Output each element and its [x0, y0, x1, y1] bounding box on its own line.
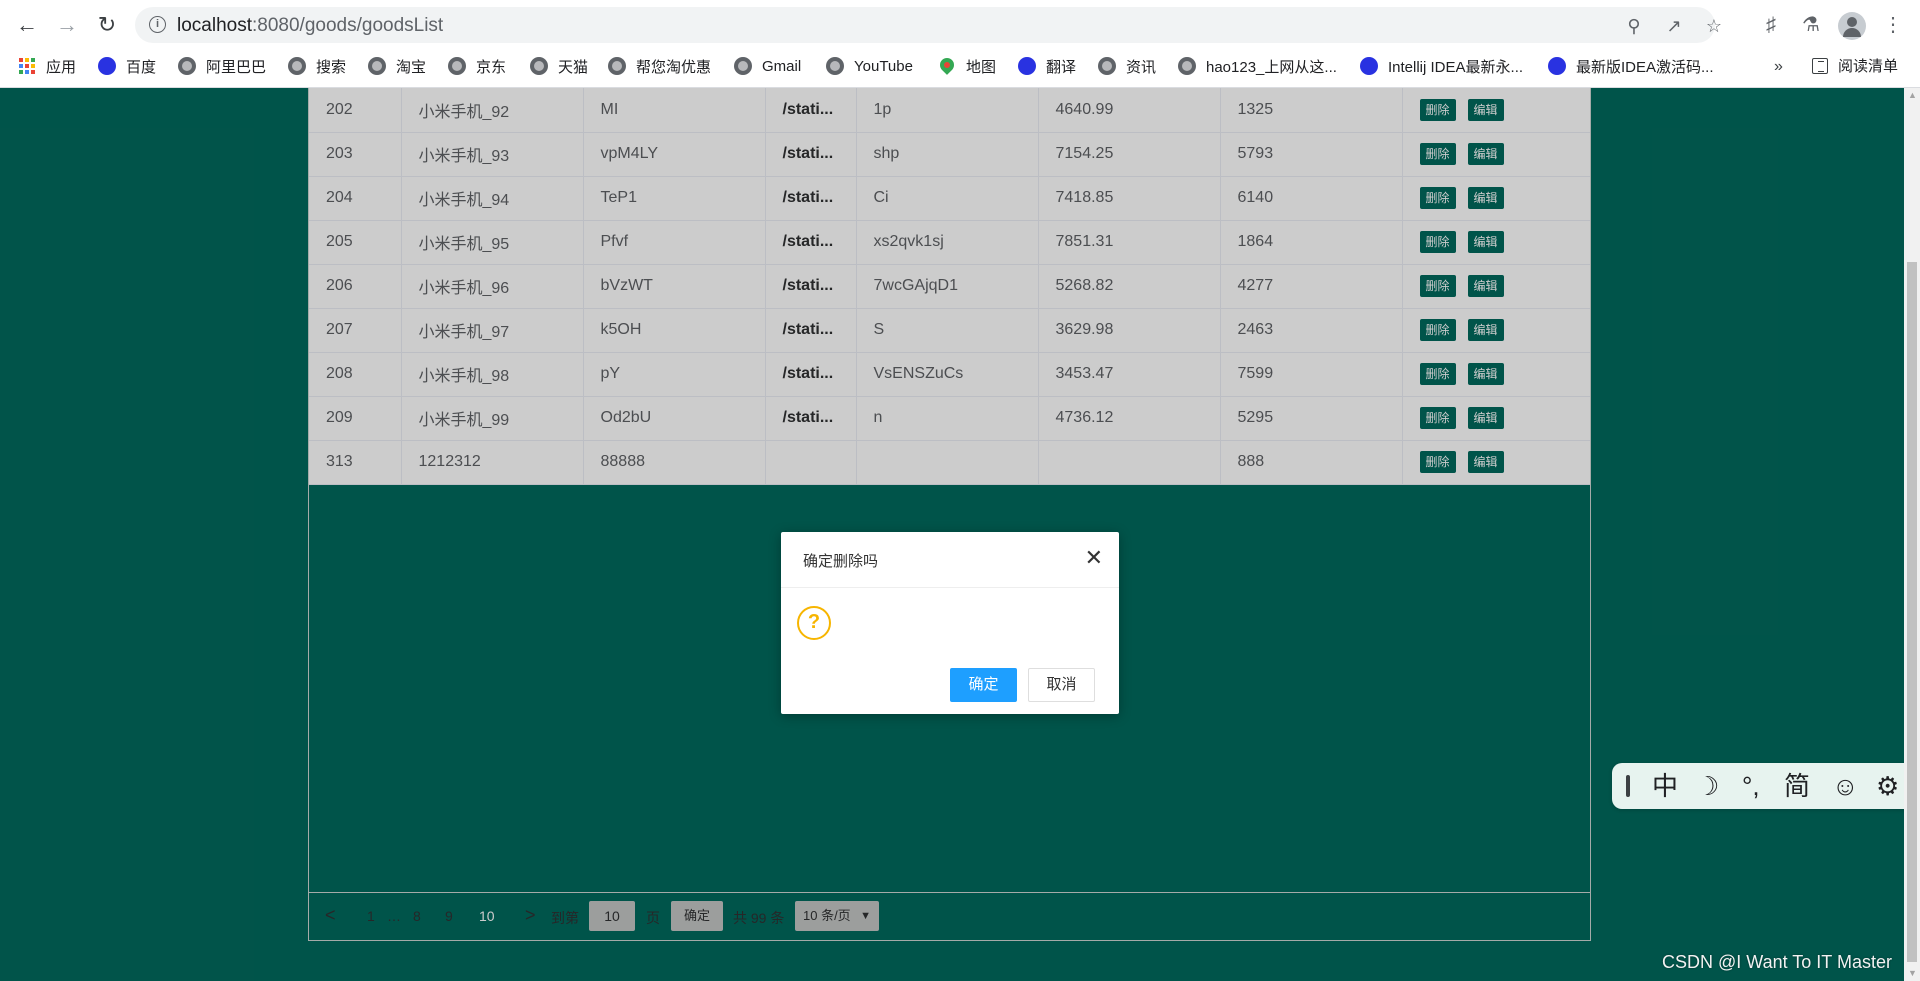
address-bar[interactable]: i localhost:8080/goods/goodsList ⚲ ↗ ☆ — [135, 7, 1722, 43]
ime-simplified-mode[interactable]: 简 — [1784, 771, 1810, 801]
bookmark-item[interactable]: 京东 — [448, 55, 506, 77]
bookmarks-more-button[interactable]: » — [1774, 58, 1783, 76]
bookmark-item[interactable]: 搜索 — [288, 55, 346, 77]
moon-icon[interactable]: ☽ — [1696, 771, 1719, 801]
bookmark-item[interactable]: 百度 — [98, 55, 156, 77]
bookmark-item[interactable]: 资讯 — [1098, 55, 1156, 77]
ime-chinese-mode[interactable]: 中 — [1652, 771, 1678, 801]
page-scrollbar[interactable]: ▲ ▼ — [1904, 88, 1920, 981]
info-icon[interactable]: i — [149, 16, 166, 33]
close-icon[interactable]: ✕ — [1085, 546, 1103, 570]
cancel-button[interactable]: 取消 — [1028, 668, 1095, 702]
zoom-icon[interactable]: ⚲ — [1623, 15, 1645, 37]
bookmark-label: 百度 — [126, 58, 157, 76]
globe-icon — [530, 57, 548, 75]
bookmark-item[interactable]: Gmail — [734, 55, 801, 77]
scroll-down-icon[interactable]: ▼ — [1908, 968, 1917, 978]
ime-toolbar: 中 ☽ °, 简 ☺ ⚙ — [1612, 763, 1920, 809]
bookmark-label: 淘宝 — [396, 58, 427, 76]
globe-icon — [608, 57, 626, 75]
star-icon[interactable]: ☆ — [1703, 15, 1725, 37]
bookmark-item[interactable]: YouTube — [826, 55, 913, 77]
profile-icon[interactable] — [1838, 12, 1866, 40]
share-icon[interactable]: ↗ — [1663, 15, 1685, 37]
baidu-icon — [1360, 57, 1378, 75]
bookmark-label: 搜索 — [316, 58, 347, 76]
url-path: :8080/goods/goodsList — [252, 15, 444, 36]
bookmark-label: 阿里巴巴 — [206, 58, 267, 76]
globe-icon — [178, 57, 196, 75]
bookmark-label: 应用 — [46, 58, 77, 76]
bookmark-item[interactable]: 地图 — [938, 55, 996, 77]
map-icon — [938, 57, 956, 75]
extensions-icon[interactable]: ♯ — [1758, 12, 1784, 38]
reading-list-icon — [1812, 57, 1828, 74]
bookmark-label: YouTube — [854, 57, 913, 75]
baidu-icon — [98, 57, 116, 75]
bookmark-label: hao123_上网从这... — [1206, 58, 1337, 76]
forward-icon[interactable]: → — [52, 10, 82, 40]
browser-chrome: ← → ↻ i localhost:8080/goods/goodsList ⚲… — [0, 0, 1920, 88]
dialog-title: 确定删除吗 — [803, 553, 879, 570]
bookmark-item[interactable]: 翻译 — [1018, 55, 1076, 77]
bookmark-label: Intellij IDEA最新永... — [1388, 58, 1524, 76]
question-icon: ? — [797, 606, 831, 640]
bookmark-label: 帮您淘优惠 — [636, 58, 712, 76]
bookmark-item[interactable]: 天猫 — [530, 55, 588, 77]
confirm-delete-dialog: 确定删除吗 ✕ ? 确定 取消 — [781, 532, 1119, 714]
watermark: CSDN @I Want To IT Master — [1662, 952, 1892, 972]
baidu-icon — [1548, 57, 1566, 75]
menu-icon[interactable]: ⋮ — [1880, 12, 1906, 38]
bookmark-label: 地图 — [966, 58, 997, 76]
bookmark-label: 天猫 — [558, 58, 589, 76]
globe-icon — [734, 57, 752, 75]
labs-icon[interactable]: ⚗ — [1798, 12, 1824, 38]
bookmark-label: 最新版IDEA激活码... — [1576, 58, 1714, 76]
globe-icon — [826, 57, 844, 75]
bookmark-item[interactable]: 淘宝 — [368, 55, 426, 77]
bookmark-label: 京东 — [476, 58, 507, 76]
globe-icon — [448, 57, 466, 75]
bookmark-item[interactable]: 帮您淘优惠 — [608, 55, 711, 77]
bookmark-apps[interactable]: 应用 — [18, 55, 76, 77]
bookmark-label: 翻译 — [1046, 58, 1077, 76]
browser-toolbar: ← → ↻ i localhost:8080/goods/goodsList ⚲… — [0, 0, 1920, 50]
globe-icon — [288, 57, 306, 75]
reading-list-label: 阅读清单 — [1838, 58, 1899, 75]
bookmark-item[interactable]: hao123_上网从这... — [1178, 55, 1337, 77]
reading-list-button[interactable]: 阅读清单 — [1812, 55, 1898, 76]
bookmark-item[interactable]: 阿里巴巴 — [178, 55, 266, 77]
page-content: 202 小米手机_92 MI/stati... 1p 4640.99 1325 删除 编辑 20… — [0, 88, 1920, 981]
bookmark-item[interactable]: Intellij IDEA最新永... — [1360, 55, 1523, 77]
bookmark-item[interactable]: 最新版IDEA激活码... — [1548, 55, 1714, 77]
globe-icon — [1178, 57, 1196, 75]
baidu-icon — [1018, 57, 1036, 75]
bookmark-label: 资讯 — [1126, 58, 1157, 76]
url-host: localhost — [177, 15, 252, 36]
globe-icon — [1098, 57, 1116, 75]
punctuation-icon[interactable]: °, — [1742, 771, 1760, 801]
confirm-button[interactable]: 确定 — [950, 668, 1017, 702]
scroll-up-icon[interactable]: ▲ — [1908, 90, 1917, 100]
apps-icon — [18, 57, 36, 75]
gear-icon[interactable]: ⚙ — [1876, 771, 1899, 801]
bookmark-label: Gmail — [762, 57, 802, 75]
url-text[interactable]: localhost:8080/goods/goodsList — [177, 15, 443, 37]
back-icon[interactable]: ← — [12, 10, 42, 40]
bookmarks-bar: 应用 百度 阿里巴巴 搜索 淘宝 京东 天猫 帮您淘优惠 Gmail YouTu… — [0, 50, 1920, 82]
reload-icon[interactable]: ↻ — [92, 10, 122, 40]
emoji-icon[interactable]: ☺ — [1832, 771, 1859, 801]
scrollbar-thumb[interactable] — [1907, 262, 1917, 962]
ime-drag-handle[interactable] — [1626, 775, 1630, 797]
dialog-header: 确定删除吗 ✕ — [781, 532, 1119, 588]
globe-icon — [368, 57, 386, 75]
